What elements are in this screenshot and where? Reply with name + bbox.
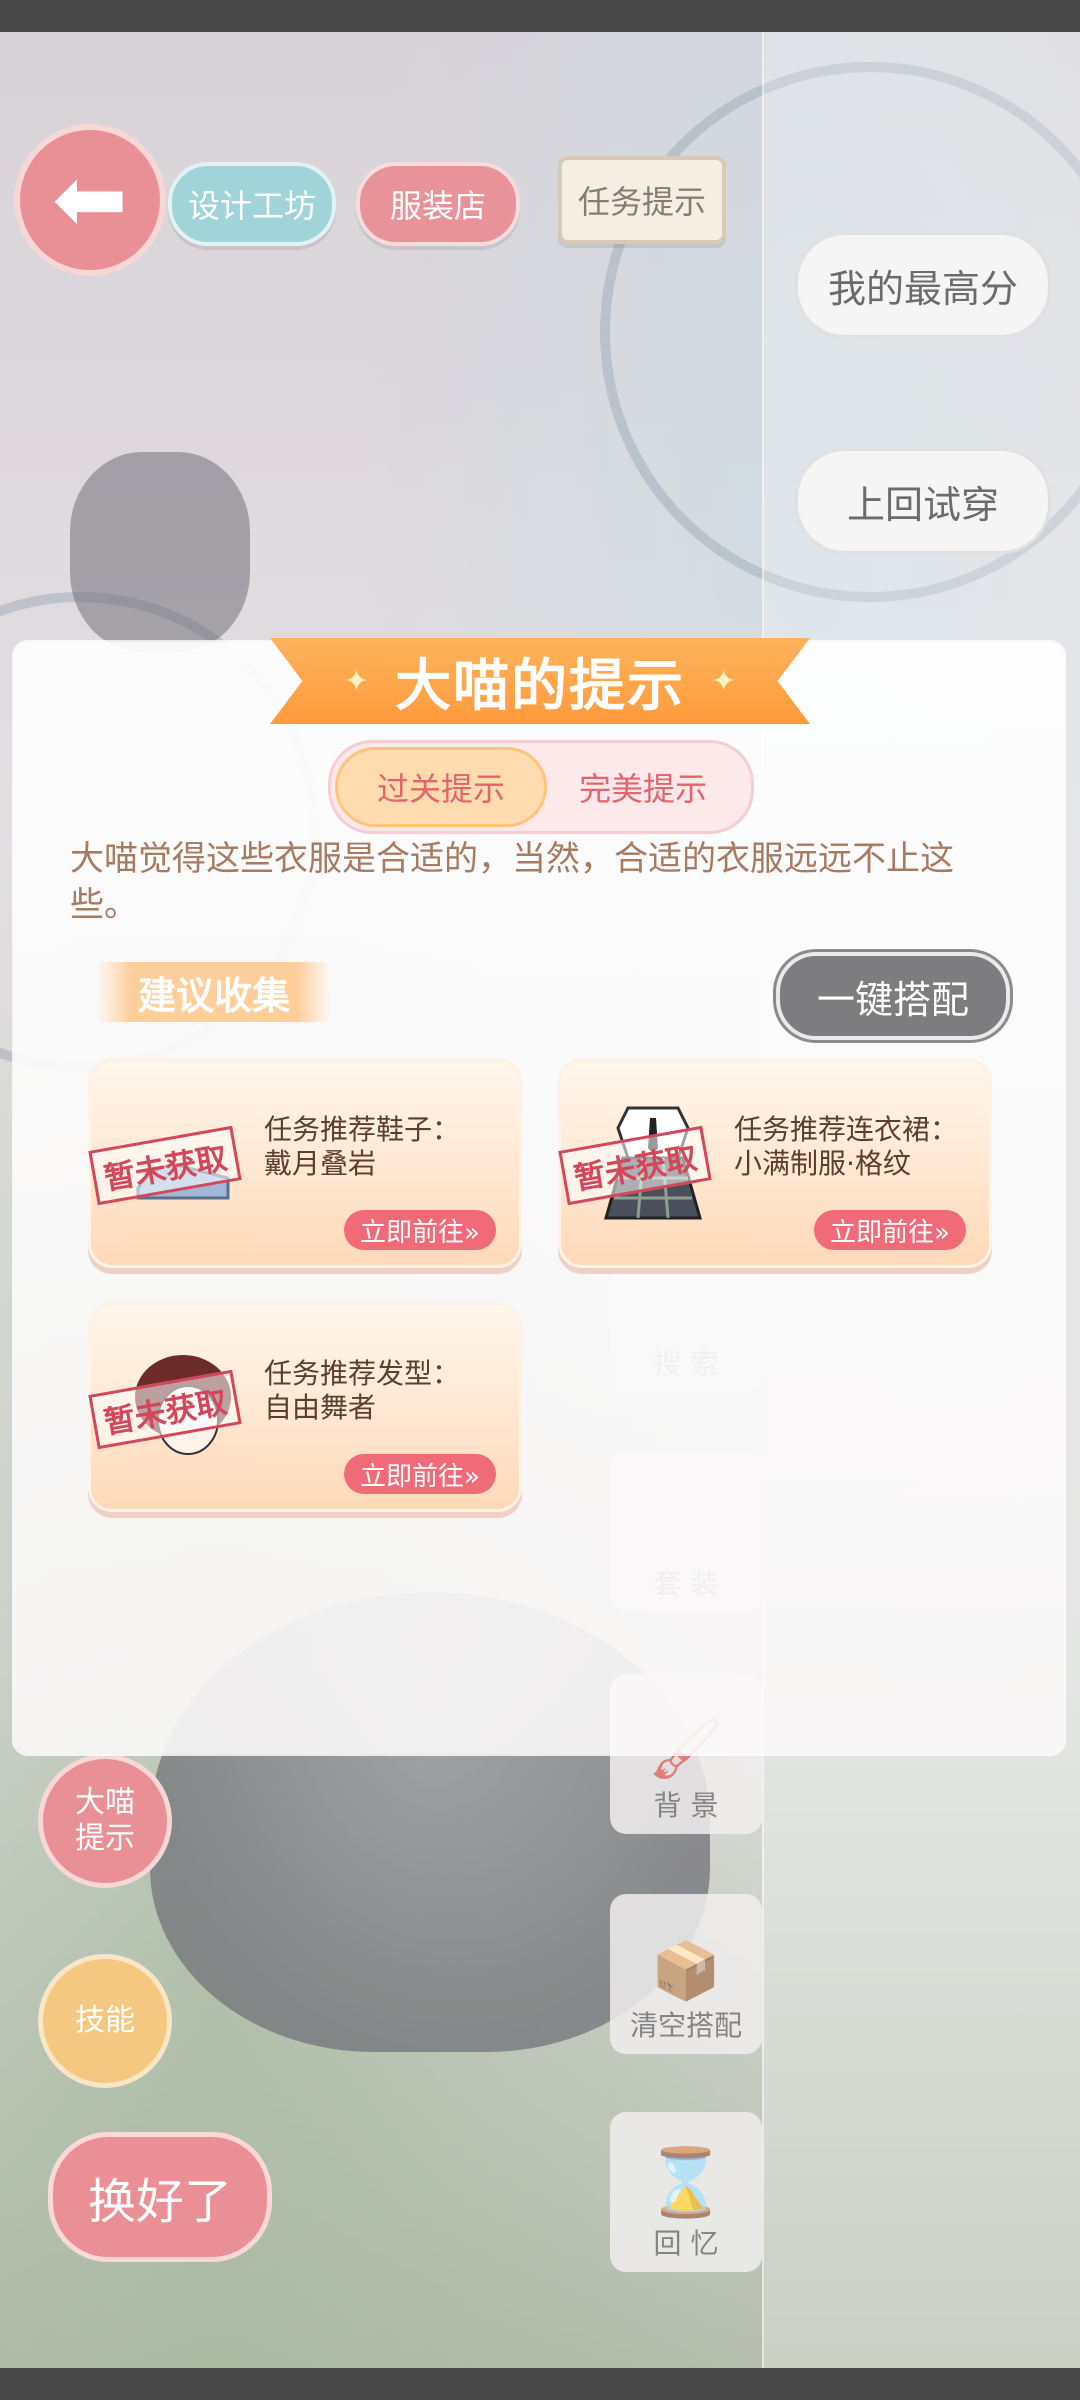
hint-tabs: 过关提示 完美提示 bbox=[328, 740, 754, 834]
go-now-button[interactable]: 立即前往» bbox=[814, 1210, 966, 1250]
go-now-button[interactable]: 立即前往» bbox=[344, 1210, 496, 1250]
card-item-name: 戴月叠岩 bbox=[264, 1147, 377, 1180]
tab-pass-hint[interactable]: 过关提示 bbox=[335, 747, 547, 827]
recommend-card[interactable]: 暂未获取 任务推荐鞋子： 戴月叠岩 立即前往» bbox=[88, 1058, 522, 1268]
sparkle-icon: ✦ bbox=[343, 663, 369, 699]
sparkle-icon: ✦ bbox=[711, 663, 737, 699]
recommend-card[interactable]: 暂未获取 任务推荐连衣裙： 小满制服·格纹 立即前往» bbox=[558, 1058, 992, 1268]
go-now-button[interactable]: 立即前往» bbox=[344, 1454, 496, 1494]
card-item-name: 自由舞者 bbox=[264, 1391, 377, 1424]
tab-perfect-hint[interactable]: 完美提示 bbox=[537, 747, 749, 827]
one-key-match-button[interactable]: 一键搭配 bbox=[776, 952, 1010, 1040]
modal-title-ribbon: ✦ 大喵的提示 ✦ bbox=[270, 638, 810, 724]
recommend-card[interactable]: 暂未获取 任务推荐发型： 自由舞者 立即前往» bbox=[88, 1302, 522, 1512]
card-item-name: 小满制服·格纹 bbox=[734, 1147, 911, 1180]
suggest-collect-label: 建议收集 bbox=[96, 962, 332, 1022]
hint-description: 大喵觉得这些衣服是合适的，当然，合适的衣服远远不止这些。 bbox=[70, 839, 954, 925]
modal-title: 大喵的提示 bbox=[395, 653, 685, 719]
